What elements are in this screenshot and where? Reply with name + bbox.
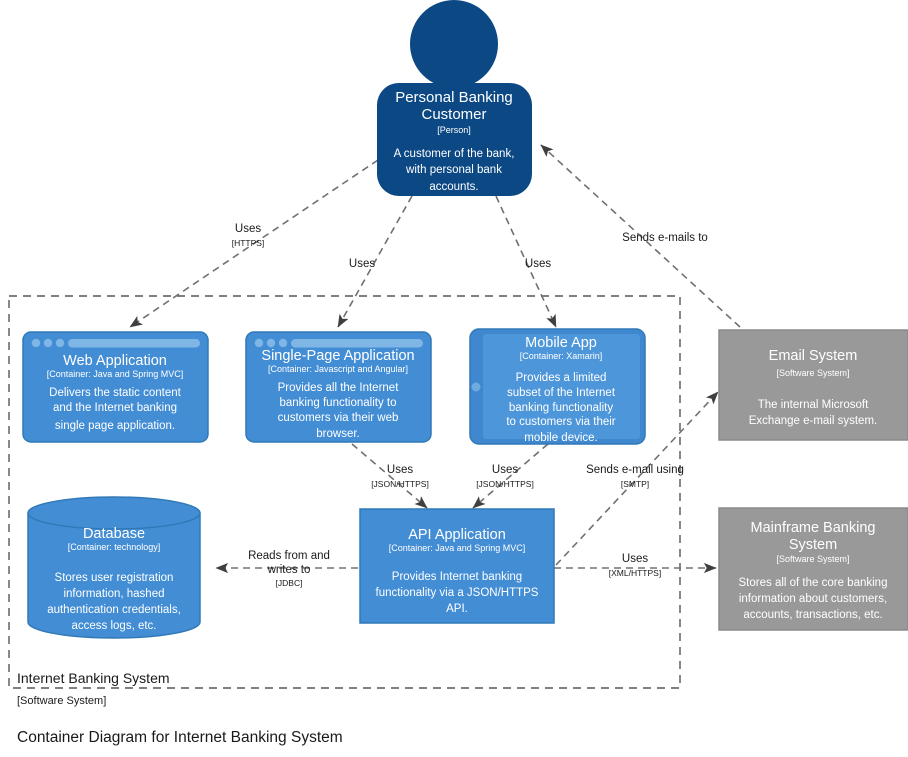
email-system-desc-line2: Exchange e-mail system.	[749, 415, 877, 427]
node-mainframe-banking-system[interactable]: Mainframe Banking System [Software Syste…	[718, 507, 908, 631]
rel-label-uses-https: Uses	[235, 223, 261, 235]
rel-label-reads-writes-line2: writes to	[267, 564, 311, 576]
database-desc-line1: Stores user registration	[55, 572, 174, 584]
rel-tech-https: [HTTPS]	[232, 238, 265, 248]
relationship-person-to-web-application: Uses [HTTPS]	[129, 159, 379, 328]
api-application-desc-line3: API.	[446, 603, 468, 615]
rel-label-uses-json-https-spa: Uses	[387, 464, 413, 476]
relationship-email-system-to-person: Sends e-mails to	[540, 144, 741, 328]
person-tech: [Person]	[437, 125, 471, 135]
database-tech: [Container: technology]	[68, 542, 161, 552]
mobile-app-name: Mobile App	[525, 335, 597, 351]
mainframe-desc-line3: accounts, transactions, etc.	[743, 609, 882, 621]
rel-label-uses-json-https-mobile: Uses	[492, 464, 518, 476]
web-application-desc-line3: single page application.	[55, 420, 175, 432]
rel-label-uses-spa: Uses	[349, 258, 375, 270]
database-name: Database	[83, 526, 145, 542]
rel-tech-jdbc: [JDBC]	[276, 578, 303, 588]
rel-label-uses-xml-https: Uses	[622, 553, 648, 565]
person-desc-line1: A customer of the bank,	[394, 148, 515, 160]
relationship-person-to-single-page-application: Uses	[337, 195, 413, 328]
spa-desc-line2: banking functionality to	[280, 397, 397, 409]
rel-tech-smtp: [SMTP]	[621, 479, 649, 489]
node-web-application[interactable]: Web Application [Container: Java and Spr…	[22, 331, 209, 443]
person-name-line1: Personal Banking	[395, 89, 513, 106]
boundary-tech: [Software System]	[17, 695, 106, 707]
mobile-app-side-button-icon	[471, 382, 481, 392]
email-system-name: Email System	[769, 348, 858, 364]
mobile-app-desc-line1: Provides a limited	[516, 372, 607, 384]
browser-dot-2-icon	[43, 338, 53, 348]
mainframe-name-line2: System	[789, 537, 837, 553]
mainframe-name-line1: Mainframe Banking	[751, 520, 876, 536]
rel-label-sends-emails-to: Sends e-mails to	[622, 232, 708, 244]
relationship-person-to-mobile-app: Uses	[495, 195, 557, 328]
mobile-app-tech: [Container: Xamarin]	[520, 351, 603, 361]
container-diagram: Internet Banking System [Software System…	[0, 0, 908, 757]
spa-name: Single-Page Application	[261, 348, 414, 364]
rel-label-uses-mobile: Uses	[525, 258, 551, 270]
node-api-application[interactable]: API Application [Container: Java and Spr…	[359, 508, 555, 624]
relationship-mobile-app-to-api-application: Uses [JSON/HTTPS]	[472, 443, 549, 509]
api-application-name: API Application	[408, 527, 506, 543]
mobile-app-desc-line3: banking functionality	[509, 402, 613, 414]
boundary-title: Internet Banking System	[17, 670, 170, 686]
diagram-canvas: Internet Banking System [Software System…	[8, 0, 908, 746]
browser-dot-1-icon	[31, 338, 41, 348]
node-mobile-app[interactable]: Mobile App [Container: Xamarin] Provides…	[469, 328, 646, 445]
node-personal-banking-customer[interactable]: Personal Banking Customer [Person] A cus…	[377, 0, 532, 196]
api-application-desc-line1: Provides Internet banking	[392, 571, 522, 583]
diagram-caption: Container Diagram for Internet Banking S…	[17, 729, 343, 746]
spa-browser-address-bar-icon	[291, 339, 423, 348]
node-database[interactable]: Database [Container: technology] Stores …	[27, 496, 201, 639]
email-system-desc-line1: The internal Microsoft	[758, 399, 869, 411]
spa-desc-line4: browser.	[316, 428, 359, 440]
node-email-system[interactable]: Email System [Software System] The inter…	[718, 329, 908, 441]
node-single-page-application[interactable]: Single-Page Application [Container: Java…	[245, 331, 432, 443]
spa-browser-dot-1-icon	[254, 338, 264, 348]
rel-tech-json-https-mobile: [JSON/HTTPS]	[476, 479, 534, 489]
mobile-app-desc-line5: mobile device.	[524, 432, 598, 444]
spa-browser-dot-3-icon	[278, 338, 288, 348]
spa-desc-line3: customers via their web	[278, 412, 399, 424]
mainframe-tech: [Software System]	[776, 554, 849, 564]
relationship-api-application-to-mainframe: Uses [XML/HTTPS]	[554, 553, 717, 578]
rel-tech-json-https-spa: [JSON/HTTPS]	[371, 479, 429, 489]
rel-label-sends-email-using: Sends e-mail using	[586, 464, 684, 476]
database-desc-line3: authentication credentials,	[47, 604, 181, 616]
person-head-icon	[410, 0, 498, 88]
spa-tech: [Container: Javascript and Angular]	[268, 364, 408, 374]
database-desc-line2: information, hashed	[63, 588, 164, 600]
person-name-line2: Customer	[421, 106, 486, 123]
web-application-tech: [Container: Java and Spring MVC]	[47, 369, 184, 379]
spa-desc-line1: Provides all the Internet	[278, 382, 400, 394]
mainframe-desc-line2: information about customers,	[739, 593, 887, 605]
api-application-tech: [Container: Java and Spring MVC]	[389, 543, 526, 553]
mainframe-desc-line1: Stores all of the core banking	[739, 577, 888, 589]
email-system-tech: [Software System]	[776, 368, 849, 378]
spa-browser-dot-2-icon	[266, 338, 276, 348]
browser-address-bar-icon	[68, 339, 200, 348]
rel-tech-xml-https: [XML/HTTPS]	[609, 568, 661, 578]
rel-label-reads-writes-line1: Reads from and	[248, 550, 330, 562]
browser-dot-3-icon	[55, 338, 65, 348]
database-desc-line4: access logs, etc.	[71, 620, 156, 632]
database-cylinder-top-icon	[27, 496, 201, 530]
relationship-spa-to-api-application: Uses [JSON/HTTPS]	[351, 443, 429, 509]
web-application-name: Web Application	[63, 353, 167, 369]
person-desc-line2: with personal bank	[405, 164, 502, 176]
mobile-app-desc-line2: subset of the Internet	[507, 387, 616, 399]
relationship-api-application-to-database: Reads from and writes to [JDBC]	[215, 550, 358, 588]
web-application-desc-line1: Delivers the static content	[49, 387, 181, 399]
mobile-app-desc-line4: to customers via their	[506, 416, 615, 428]
api-application-desc-line2: functionality via a JSON/HTTPS	[376, 587, 539, 599]
web-application-desc-line2: and the Internet banking	[53, 402, 177, 414]
person-desc-line3: accounts.	[429, 181, 478, 193]
